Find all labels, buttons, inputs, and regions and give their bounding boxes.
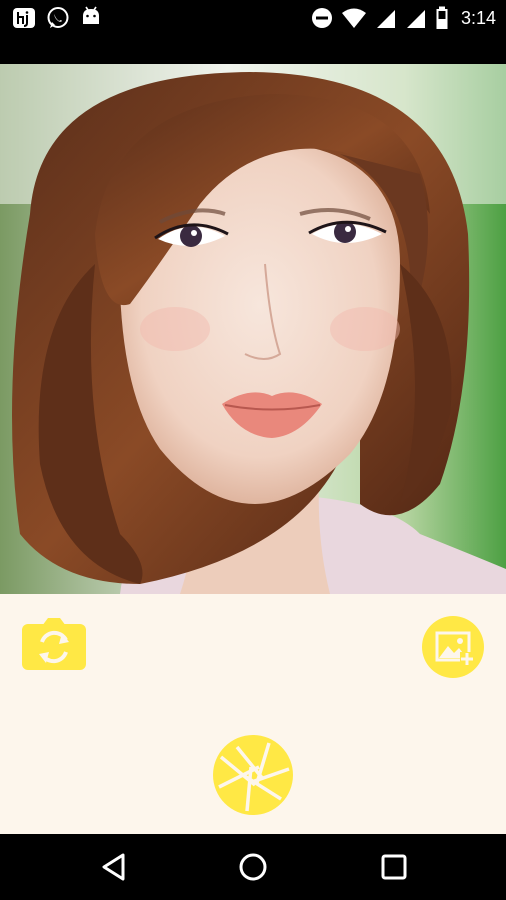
status-time: 3:14 <box>460 8 496 28</box>
gallery-button[interactable] <box>422 616 484 678</box>
recents-button[interactable] <box>374 850 414 884</box>
status-bar: 3:14 <box>0 0 506 36</box>
camera-preview[interactable] <box>0 64 506 594</box>
top-spacer <box>0 36 506 64</box>
shutter-icon <box>213 735 293 815</box>
signal-icon <box>405 7 427 29</box>
add-photo-icon <box>422 616 484 678</box>
back-icon <box>102 853 125 881</box>
wifi-icon <box>341 7 367 29</box>
do-not-disturb-icon <box>311 7 333 29</box>
recents-icon <box>381 854 407 880</box>
switch-camera-button[interactable] <box>22 618 86 670</box>
whatsapp-icon <box>46 6 70 30</box>
home-button[interactable] <box>233 850 273 884</box>
camera-controls <box>0 594 506 834</box>
android-icon <box>80 6 102 30</box>
home-icon <box>239 853 267 881</box>
back-button[interactable] <box>94 850 134 884</box>
camera-preview-image <box>0 64 506 594</box>
switch-camera-icon <box>22 618 86 670</box>
shutter-button[interactable] <box>213 735 293 815</box>
hj-app-icon <box>12 6 36 30</box>
signal-icon <box>375 7 397 29</box>
battery-icon <box>435 6 449 30</box>
navigation-bar <box>0 834 506 900</box>
